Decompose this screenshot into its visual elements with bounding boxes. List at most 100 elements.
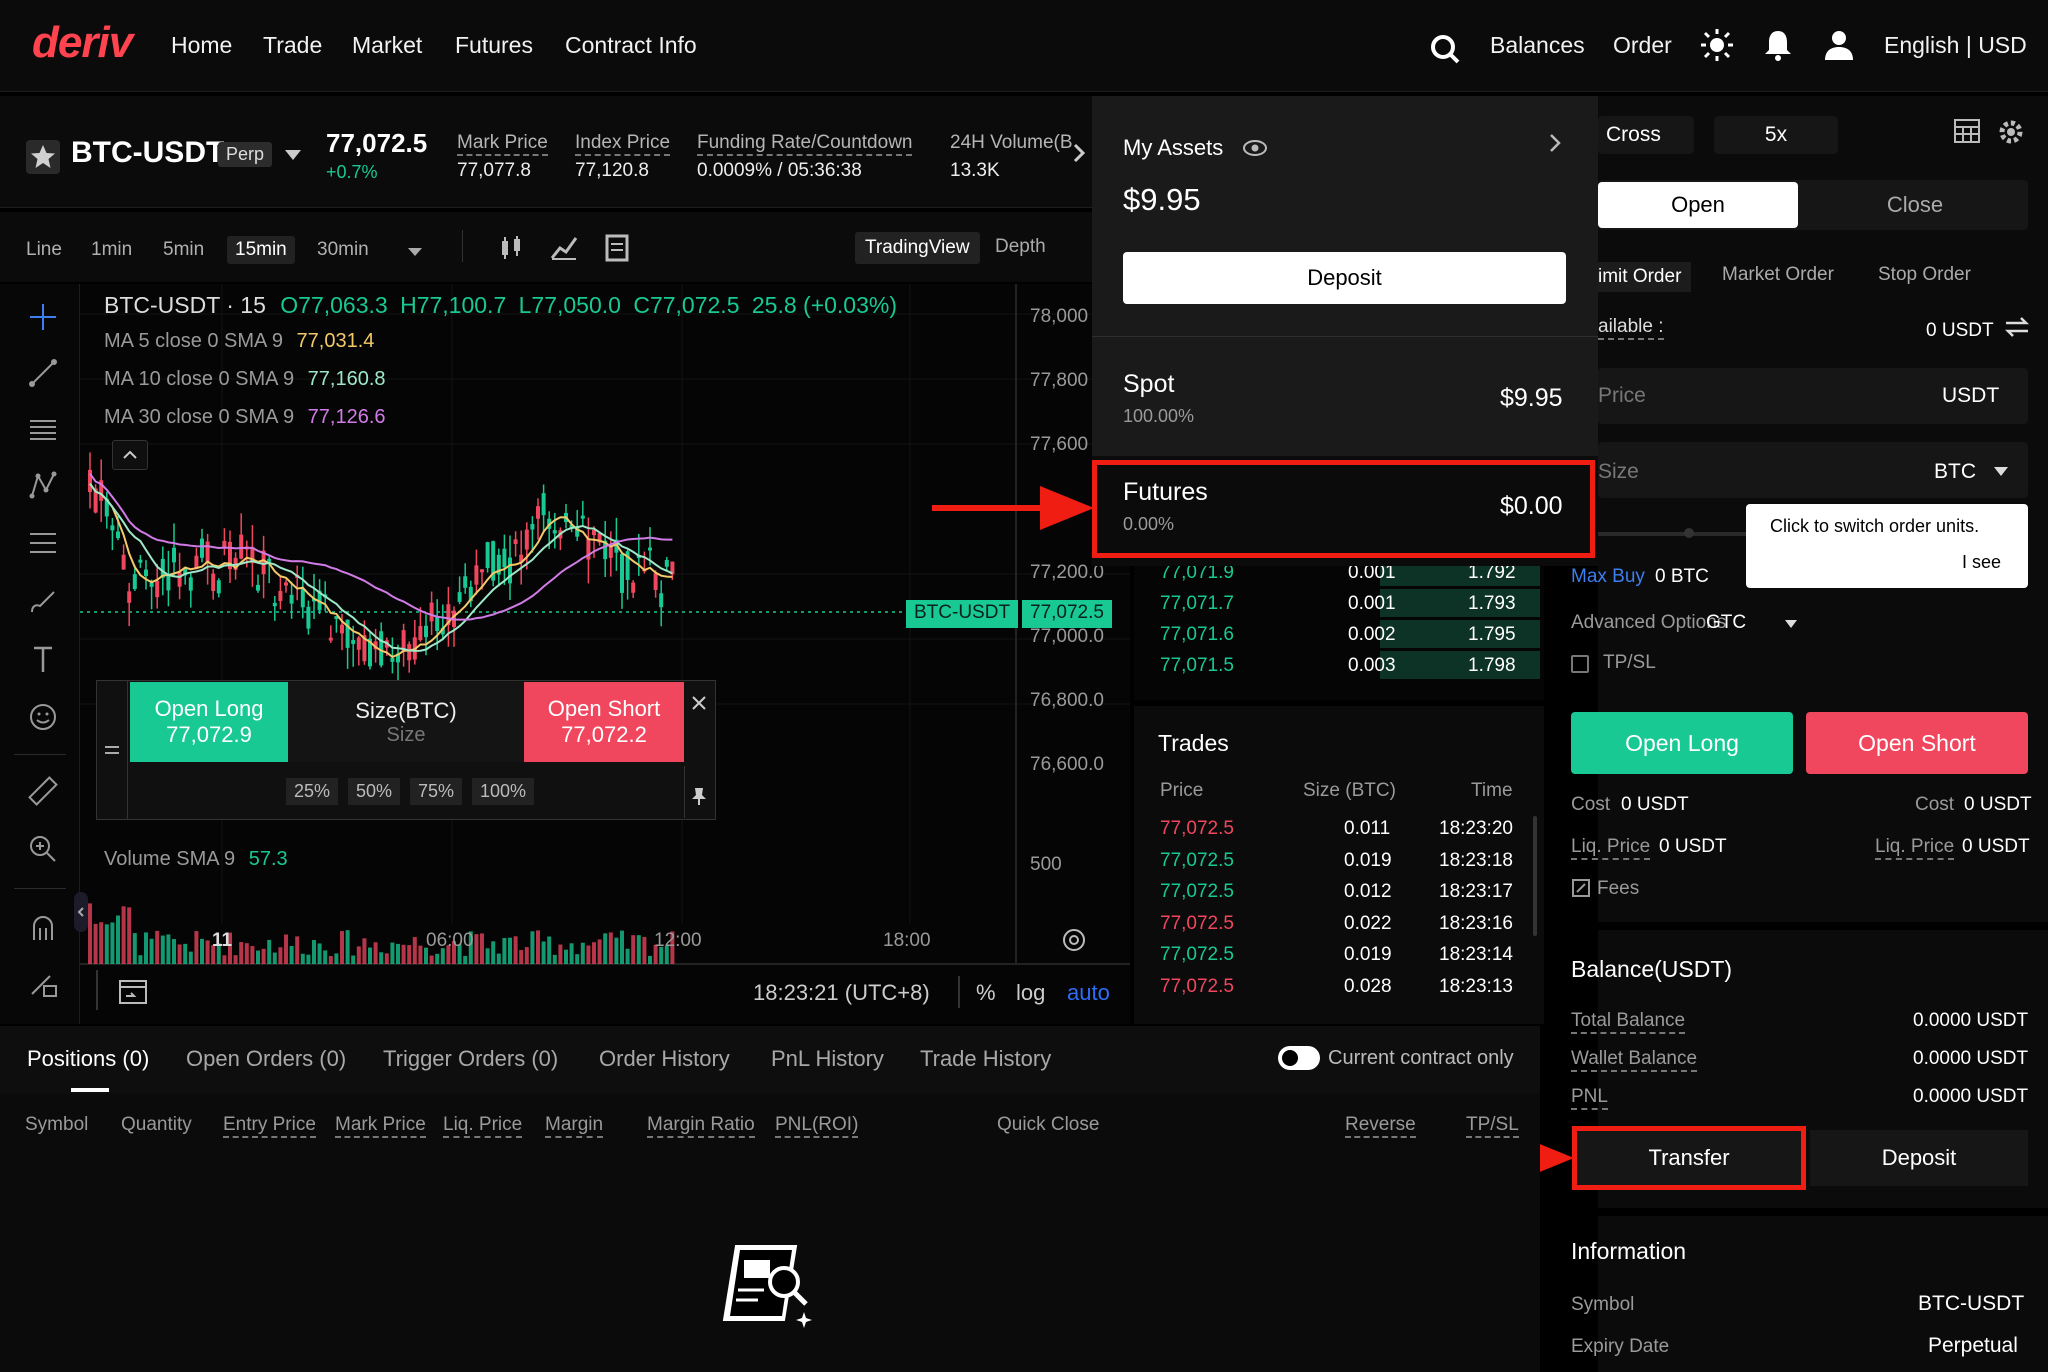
orderbook-price[interactable]: 77,071.7 — [1160, 593, 1234, 615]
transfer-swap-icon[interactable] — [2004, 316, 2030, 338]
tab-trade-history[interactable]: Trade History — [920, 1046, 1051, 1072]
symbol-name[interactable]: BTC-USDT — [71, 136, 224, 170]
settings-sheet-icon[interactable] — [605, 234, 629, 262]
pct-100-button[interactable]: 100% — [472, 778, 535, 805]
toolbar-collapse-handle[interactable] — [74, 892, 88, 932]
fees-link[interactable]: Fees — [1597, 878, 1639, 900]
orderbook-price[interactable]: 77,071.6 — [1160, 624, 1234, 646]
text-tool-icon[interactable] — [26, 642, 60, 676]
magnet-icon[interactable] — [26, 910, 60, 944]
lock-drawings-icon[interactable] — [26, 966, 60, 1000]
tf-5min[interactable]: 5min — [155, 236, 212, 264]
quick-size-input[interactable]: Size(BTC) Size — [288, 682, 524, 762]
emoji-icon[interactable] — [26, 700, 60, 734]
margin-mode-selector[interactable]: Cross — [1598, 116, 1694, 154]
zoom-in-icon[interactable] — [26, 832, 60, 866]
candle-body — [513, 539, 518, 544]
star-icon[interactable] — [26, 140, 60, 174]
fees-icon[interactable] — [1571, 878, 1591, 898]
advanced-options-label: Advanced Options — [1571, 612, 1727, 633]
indicators-icon[interactable] — [550, 234, 578, 262]
volume-bar — [340, 931, 344, 964]
nav-balances[interactable]: Balances — [1490, 32, 1585, 59]
tab-open[interactable]: Open — [1598, 182, 1798, 228]
drag-handle[interactable] — [96, 680, 128, 820]
trades-scrollbar[interactable] — [1533, 816, 1537, 936]
liq-short-value: 0 USDT — [1962, 836, 2030, 857]
nav-contract-info[interactable]: Contract Info — [565, 32, 697, 59]
collapse-legend-button[interactable] — [112, 440, 148, 470]
tradingview-tab[interactable]: TradingView — [855, 232, 980, 264]
brush-icon[interactable] — [26, 584, 60, 618]
tab-market-order[interactable]: Market Order — [1722, 264, 1834, 286]
nav-trade[interactable]: Trade — [263, 32, 322, 59]
pct-75-button[interactable]: 75% — [410, 778, 463, 805]
tab-stop-order[interactable]: Stop Order — [1878, 264, 1971, 286]
candle-body — [88, 469, 92, 492]
chart-canvas[interactable] — [80, 284, 1130, 1024]
trendline-icon[interactable] — [26, 356, 60, 390]
current-contract-toggle[interactable] — [1278, 1046, 1320, 1070]
open-short-button[interactable]: Open Short — [1806, 712, 2028, 774]
tab-trigger-orders[interactable]: Trigger Orders (0) — [383, 1046, 558, 1072]
nav-futures[interactable]: Futures — [455, 32, 533, 59]
crosshair-icon[interactable] — [26, 300, 60, 334]
tf-15min[interactable]: 15min — [227, 236, 295, 264]
chevron-down-icon[interactable] — [1993, 466, 2009, 478]
ruler-icon[interactable] — [26, 774, 60, 808]
chevron-right-icon[interactable] — [1072, 142, 1086, 164]
pct-50-button[interactable]: 50% — [348, 778, 401, 805]
fib-retracement-icon[interactable] — [26, 526, 60, 560]
gear-icon[interactable] — [1997, 118, 2025, 146]
assets-deposit-button[interactable]: Deposit — [1123, 252, 1566, 304]
auto-scale-toggle[interactable]: auto — [1067, 980, 1110, 1006]
tab-limit-order[interactable]: imit Order — [1598, 262, 1692, 292]
log-scale-toggle[interactable]: log — [1016, 980, 1045, 1006]
horizontal-lines-icon[interactable] — [26, 412, 60, 446]
tf-line[interactable]: Line — [18, 236, 70, 264]
tf-30min[interactable]: 30min — [309, 236, 377, 264]
timeframe-dropdown-icon[interactable] — [406, 246, 424, 258]
open-long-button[interactable]: Open Long — [1571, 712, 1793, 774]
tab-pnl-history[interactable]: PnL History — [771, 1046, 884, 1072]
nav-order[interactable]: Order — [1613, 32, 1672, 59]
chevron-right-icon[interactable] — [1548, 132, 1562, 154]
language-currency-selector[interactable]: English | USD — [1884, 32, 2027, 59]
search-icon[interactable] — [1428, 32, 1462, 66]
tf-1min[interactable]: 1min — [83, 236, 140, 264]
balance-deposit-button[interactable]: Deposit — [1810, 1130, 2028, 1186]
candlestick-icon[interactable] — [497, 234, 525, 262]
deriv-logo[interactable]: deriv — [32, 18, 133, 68]
leverage-selector[interactable]: 5x — [1714, 116, 1838, 154]
close-icon[interactable] — [690, 694, 708, 712]
tab-positions[interactable]: Positions (0) — [27, 1046, 149, 1072]
nav-market[interactable]: Market — [352, 32, 422, 59]
size-slider-track[interactable] — [1598, 532, 1748, 536]
eye-icon[interactable] — [1242, 138, 1268, 158]
sun-icon[interactable] — [1700, 28, 1734, 62]
quick-open-long-button[interactable]: Open Long 77,072.9 — [130, 682, 288, 762]
calculator-icon[interactable] — [1953, 118, 1981, 144]
pin-icon[interactable] — [690, 786, 708, 806]
tab-close[interactable]: Close — [1820, 182, 2010, 228]
size-slider-handle[interactable] — [1684, 528, 1694, 538]
calendar-goto-icon[interactable] — [118, 976, 150, 1006]
size-unit-selector[interactable]: BTC — [1934, 460, 1976, 484]
bell-icon[interactable] — [1761, 28, 1795, 62]
percent-scale-toggle[interactable]: % — [976, 980, 996, 1006]
pct-25-button[interactable]: 25% — [286, 778, 339, 805]
tooltip-dismiss-button[interactable]: I see — [1962, 552, 2001, 573]
pattern-icon[interactable] — [26, 468, 60, 502]
orderbook-price[interactable]: 77,071.5 — [1160, 655, 1234, 677]
quick-open-short-button[interactable]: Open Short 77,072.2 — [524, 682, 684, 762]
time-in-force-selector[interactable]: GTC — [1706, 612, 1746, 634]
depth-tab[interactable]: Depth — [995, 236, 1046, 258]
chart-settings-icon[interactable] — [1060, 926, 1088, 954]
tab-order-history[interactable]: Order History — [599, 1046, 730, 1072]
chevron-down-icon[interactable] — [1784, 619, 1798, 629]
nav-home[interactable]: Home — [171, 32, 232, 59]
chevron-down-icon[interactable] — [283, 148, 303, 162]
tab-open-orders[interactable]: Open Orders (0) — [186, 1046, 346, 1072]
user-icon[interactable] — [1822, 28, 1856, 62]
tpsl-checkbox[interactable] — [1571, 655, 1589, 673]
